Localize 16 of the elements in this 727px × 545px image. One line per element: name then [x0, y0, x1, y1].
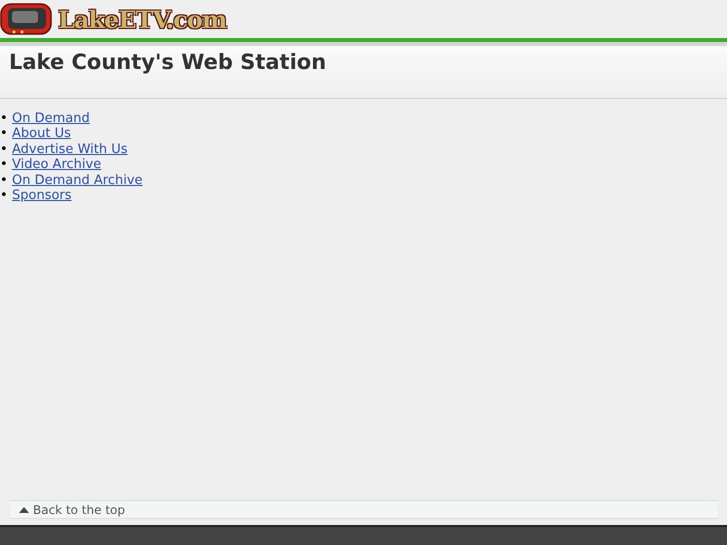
nav-link[interactable]: About Us — [12, 126, 71, 142]
nav-link[interactable]: On Demand — [12, 111, 90, 126]
page-title: Lake County's Web Station — [8, 49, 328, 76]
up-arrow-icon — [19, 506, 29, 512]
bullet: • — [0, 142, 9, 158]
nav-link[interactable]: Advertise With Us — [12, 142, 128, 158]
back-to-top-link[interactable]: Back to the top — [10, 500, 718, 519]
tv-icon — [0, 2, 52, 36]
bullet: • — [0, 172, 9, 188]
bullet: • — [0, 157, 9, 173]
bullet: • — [0, 188, 9, 204]
nav-link[interactable]: On Demand Archive — [12, 172, 143, 188]
nav-link[interactable]: Sponsors — [12, 188, 72, 204]
bullet: • — [0, 111, 9, 126]
bullet: • — [0, 126, 9, 142]
nav-link[interactable]: Video Archive — [12, 157, 102, 173]
